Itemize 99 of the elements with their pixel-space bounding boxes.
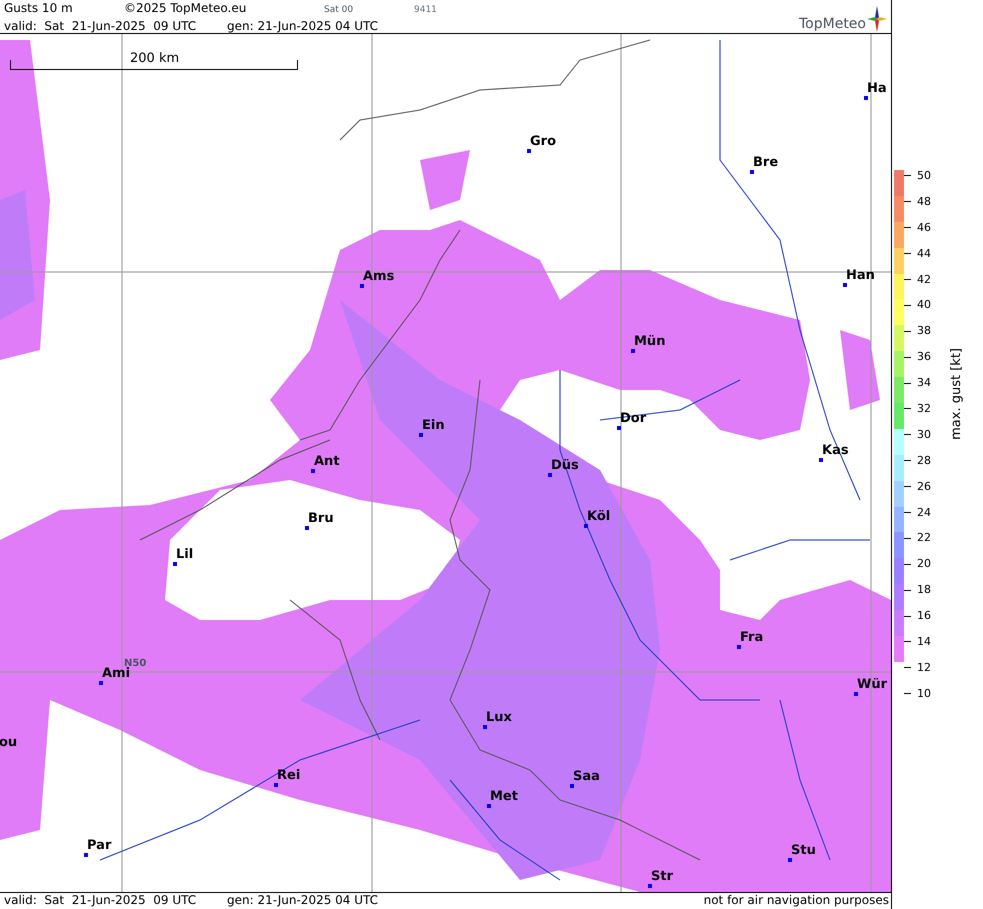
city-marker-icon <box>305 526 309 530</box>
tick-label: 40 <box>917 299 931 312</box>
run-label: Sat 00 <box>324 4 354 17</box>
city-label: Ami <box>102 666 130 681</box>
city-marker-icon <box>487 804 491 808</box>
valid-time: valid: Sat 21-Jun-2025 09 UTC <box>4 18 198 34</box>
map-title: Gusts 10 m <box>4 0 74 16</box>
tick-label: 42 <box>917 274 931 286</box>
tick-label: 16 <box>917 610 931 622</box>
city-marker-icon <box>843 283 847 287</box>
tick-label: 24 <box>917 506 931 519</box>
tick-label: 22 <box>917 532 931 544</box>
city-label: Lil <box>176 547 194 562</box>
city-label: Saa <box>573 769 600 784</box>
tick-label: 14 <box>917 636 931 648</box>
tick-mark <box>904 667 911 668</box>
city-label: Fra <box>740 630 764 645</box>
tick-mark <box>904 616 911 617</box>
tick-mark <box>904 460 911 462</box>
city-label: Ams <box>363 269 394 284</box>
city-marker-icon <box>750 170 754 174</box>
generated-time: gen: 21-Jun-2025 04 UTC <box>227 893 378 909</box>
city-label: Wür <box>857 677 888 692</box>
tick-label: 30 <box>917 428 931 441</box>
tick-label: 46 <box>917 222 931 234</box>
generated-time: gen: 21-Jun-2025 04 UTC <box>227 18 378 34</box>
tick-mark <box>904 227 911 228</box>
city-marker-icon <box>631 349 635 353</box>
city-marker-icon <box>737 645 741 649</box>
tick-mark <box>904 641 911 642</box>
city-label: Mün <box>634 334 666 349</box>
tick-label: 20 <box>917 558 931 570</box>
tick-label: 48 <box>917 196 931 208</box>
city-marker-icon <box>84 853 88 857</box>
tick-mark <box>904 590 911 591</box>
city-label: Bre <box>753 155 778 170</box>
tick-label: 32 <box>917 402 931 415</box>
tick-label: 38 <box>917 325 931 338</box>
city-label: Ein <box>422 418 445 433</box>
city-marker-icon <box>570 784 574 788</box>
tick-mark <box>904 356 911 358</box>
tick-label: 34 <box>917 377 931 390</box>
disclaimer-text: not for air navigation purposes <box>704 893 889 909</box>
city-marker-icon <box>173 562 177 566</box>
tick-label: 12 <box>917 662 931 674</box>
tick-label: 28 <box>917 454 931 467</box>
tick-mark <box>904 486 911 488</box>
city-label: Han <box>846 268 875 283</box>
tick-label: 26 <box>917 480 931 493</box>
city-label: Met <box>490 789 518 804</box>
city-marker-icon <box>548 473 552 477</box>
valid-time: valid: Sat 21-Jun-2025 09 UTC <box>4 893 198 909</box>
tick-mark <box>904 279 911 280</box>
copyright-text: ©2025 TopMeteo.eu <box>124 0 248 16</box>
city-marker-icon <box>854 692 858 696</box>
city-label: Rei <box>277 768 300 783</box>
city-marker-icon <box>584 524 588 528</box>
tick-mark <box>904 304 911 306</box>
city-marker-icon <box>311 469 315 473</box>
city-marker-icon <box>617 426 621 430</box>
city-marker-icon <box>99 681 103 685</box>
tick-label: 18 <box>917 584 931 596</box>
city-label: Bru <box>308 511 334 526</box>
city-marker-icon <box>419 433 423 437</box>
tick-mark <box>904 330 911 332</box>
legend-title: max. gust [kt] <box>950 348 964 440</box>
city-label: Ha <box>867 81 887 96</box>
tick-mark <box>904 512 911 514</box>
tick-label: 36 <box>917 351 931 364</box>
logo-text: TopMeteo <box>799 16 866 32</box>
tick-mark <box>904 201 911 202</box>
city-marker-icon <box>527 149 531 153</box>
city-marker-icon <box>648 884 652 888</box>
city-label: Gro <box>530 134 556 149</box>
city-marker-icon <box>788 858 792 862</box>
city-marker-icon <box>864 96 868 100</box>
city-marker-icon <box>483 725 487 729</box>
tick-mark <box>904 382 911 384</box>
code-label: 9411 <box>414 4 437 17</box>
tick-mark <box>904 434 911 436</box>
city-label: Stu <box>791 843 816 858</box>
tick-mark <box>904 408 911 410</box>
tick-label: 50 <box>917 170 931 182</box>
city-marker-icon <box>274 783 278 787</box>
tick-label: 10 <box>917 688 931 700</box>
tick-mark <box>904 538 911 539</box>
tick-mark <box>904 253 911 254</box>
city-marker-icon <box>819 458 823 462</box>
city-marker-icon <box>360 284 364 288</box>
tick-mark <box>904 693 911 694</box>
tick-label: 44 <box>917 248 931 260</box>
city-label: Par <box>87 838 112 853</box>
city-label: Str <box>651 869 673 884</box>
tick-mark <box>904 175 911 176</box>
city-label: Ant <box>314 454 340 469</box>
tick-mark <box>904 564 911 565</box>
compass-star-icon <box>867 6 887 32</box>
city-label: Köl <box>587 509 610 524</box>
city-label: Lux <box>486 710 512 725</box>
